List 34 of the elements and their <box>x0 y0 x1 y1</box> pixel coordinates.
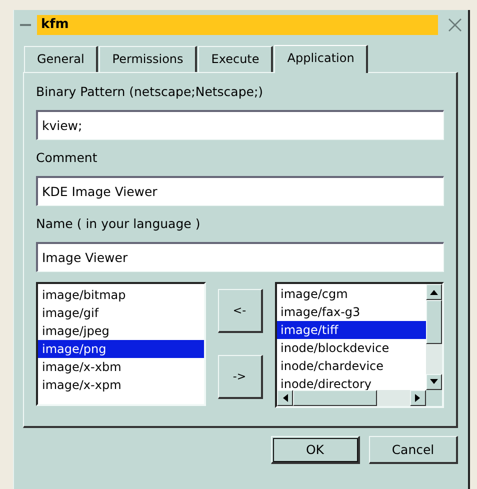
field-label: Comment <box>36 150 98 165</box>
list-item[interactable]: image/cgm <box>276 285 426 303</box>
field-label: Name ( in your language ) <box>36 216 202 231</box>
left-arrow-icon[interactable] <box>282 394 288 402</box>
list-item[interactable]: image/tiff <box>276 321 426 339</box>
list-item[interactable]: image/bitmap <box>38 286 204 304</box>
ok-button[interactable]: OK <box>271 436 360 464</box>
right-arrow-icon[interactable] <box>415 394 421 402</box>
move-button[interactable]: <- <box>218 289 262 333</box>
list-item[interactable]: inode/blockdevice <box>276 339 426 357</box>
text-field[interactable]: Image Viewer <box>36 242 444 272</box>
up-arrow-icon[interactable] <box>430 289 438 295</box>
list-item[interactable]: inode/chardevice <box>276 357 426 375</box>
list-item[interactable]: image/x-xpm <box>38 376 204 394</box>
close-icon[interactable] <box>448 18 462 32</box>
selected-types-list[interactable]: image/bitmap image/gif image/jpeg image/png image/x-xbm image/x-xpm <box>36 282 206 406</box>
list-item[interactable]: image/png <box>38 340 204 358</box>
move-button[interactable]: -> <box>218 355 262 399</box>
scrollbar-corner <box>426 390 442 406</box>
list-item[interactable]: image/gif <box>38 304 204 322</box>
tab[interactable]: General <box>24 46 98 72</box>
tab[interactable]: Permissions <box>99 46 198 72</box>
cancel-button[interactable]: Cancel <box>369 436 458 464</box>
tab[interactable]: Application <box>274 45 368 73</box>
text-field[interactable]: kview; <box>36 110 444 140</box>
down-arrow-icon[interactable] <box>430 379 438 385</box>
list-item[interactable]: image/x-xbm <box>38 358 204 376</box>
field-label: Binary Pattern (netscape;Netscape;) <box>36 84 264 99</box>
horizontal-scrollbar[interactable] <box>276 390 442 406</box>
list-item[interactable]: image/jpeg <box>38 322 204 340</box>
text-field[interactable]: KDE Image Viewer <box>36 176 444 206</box>
list-item[interactable]: image/fax-g3 <box>276 303 426 321</box>
window-title: kfm <box>37 15 438 35</box>
vertical-scrollbar[interactable] <box>426 284 442 390</box>
